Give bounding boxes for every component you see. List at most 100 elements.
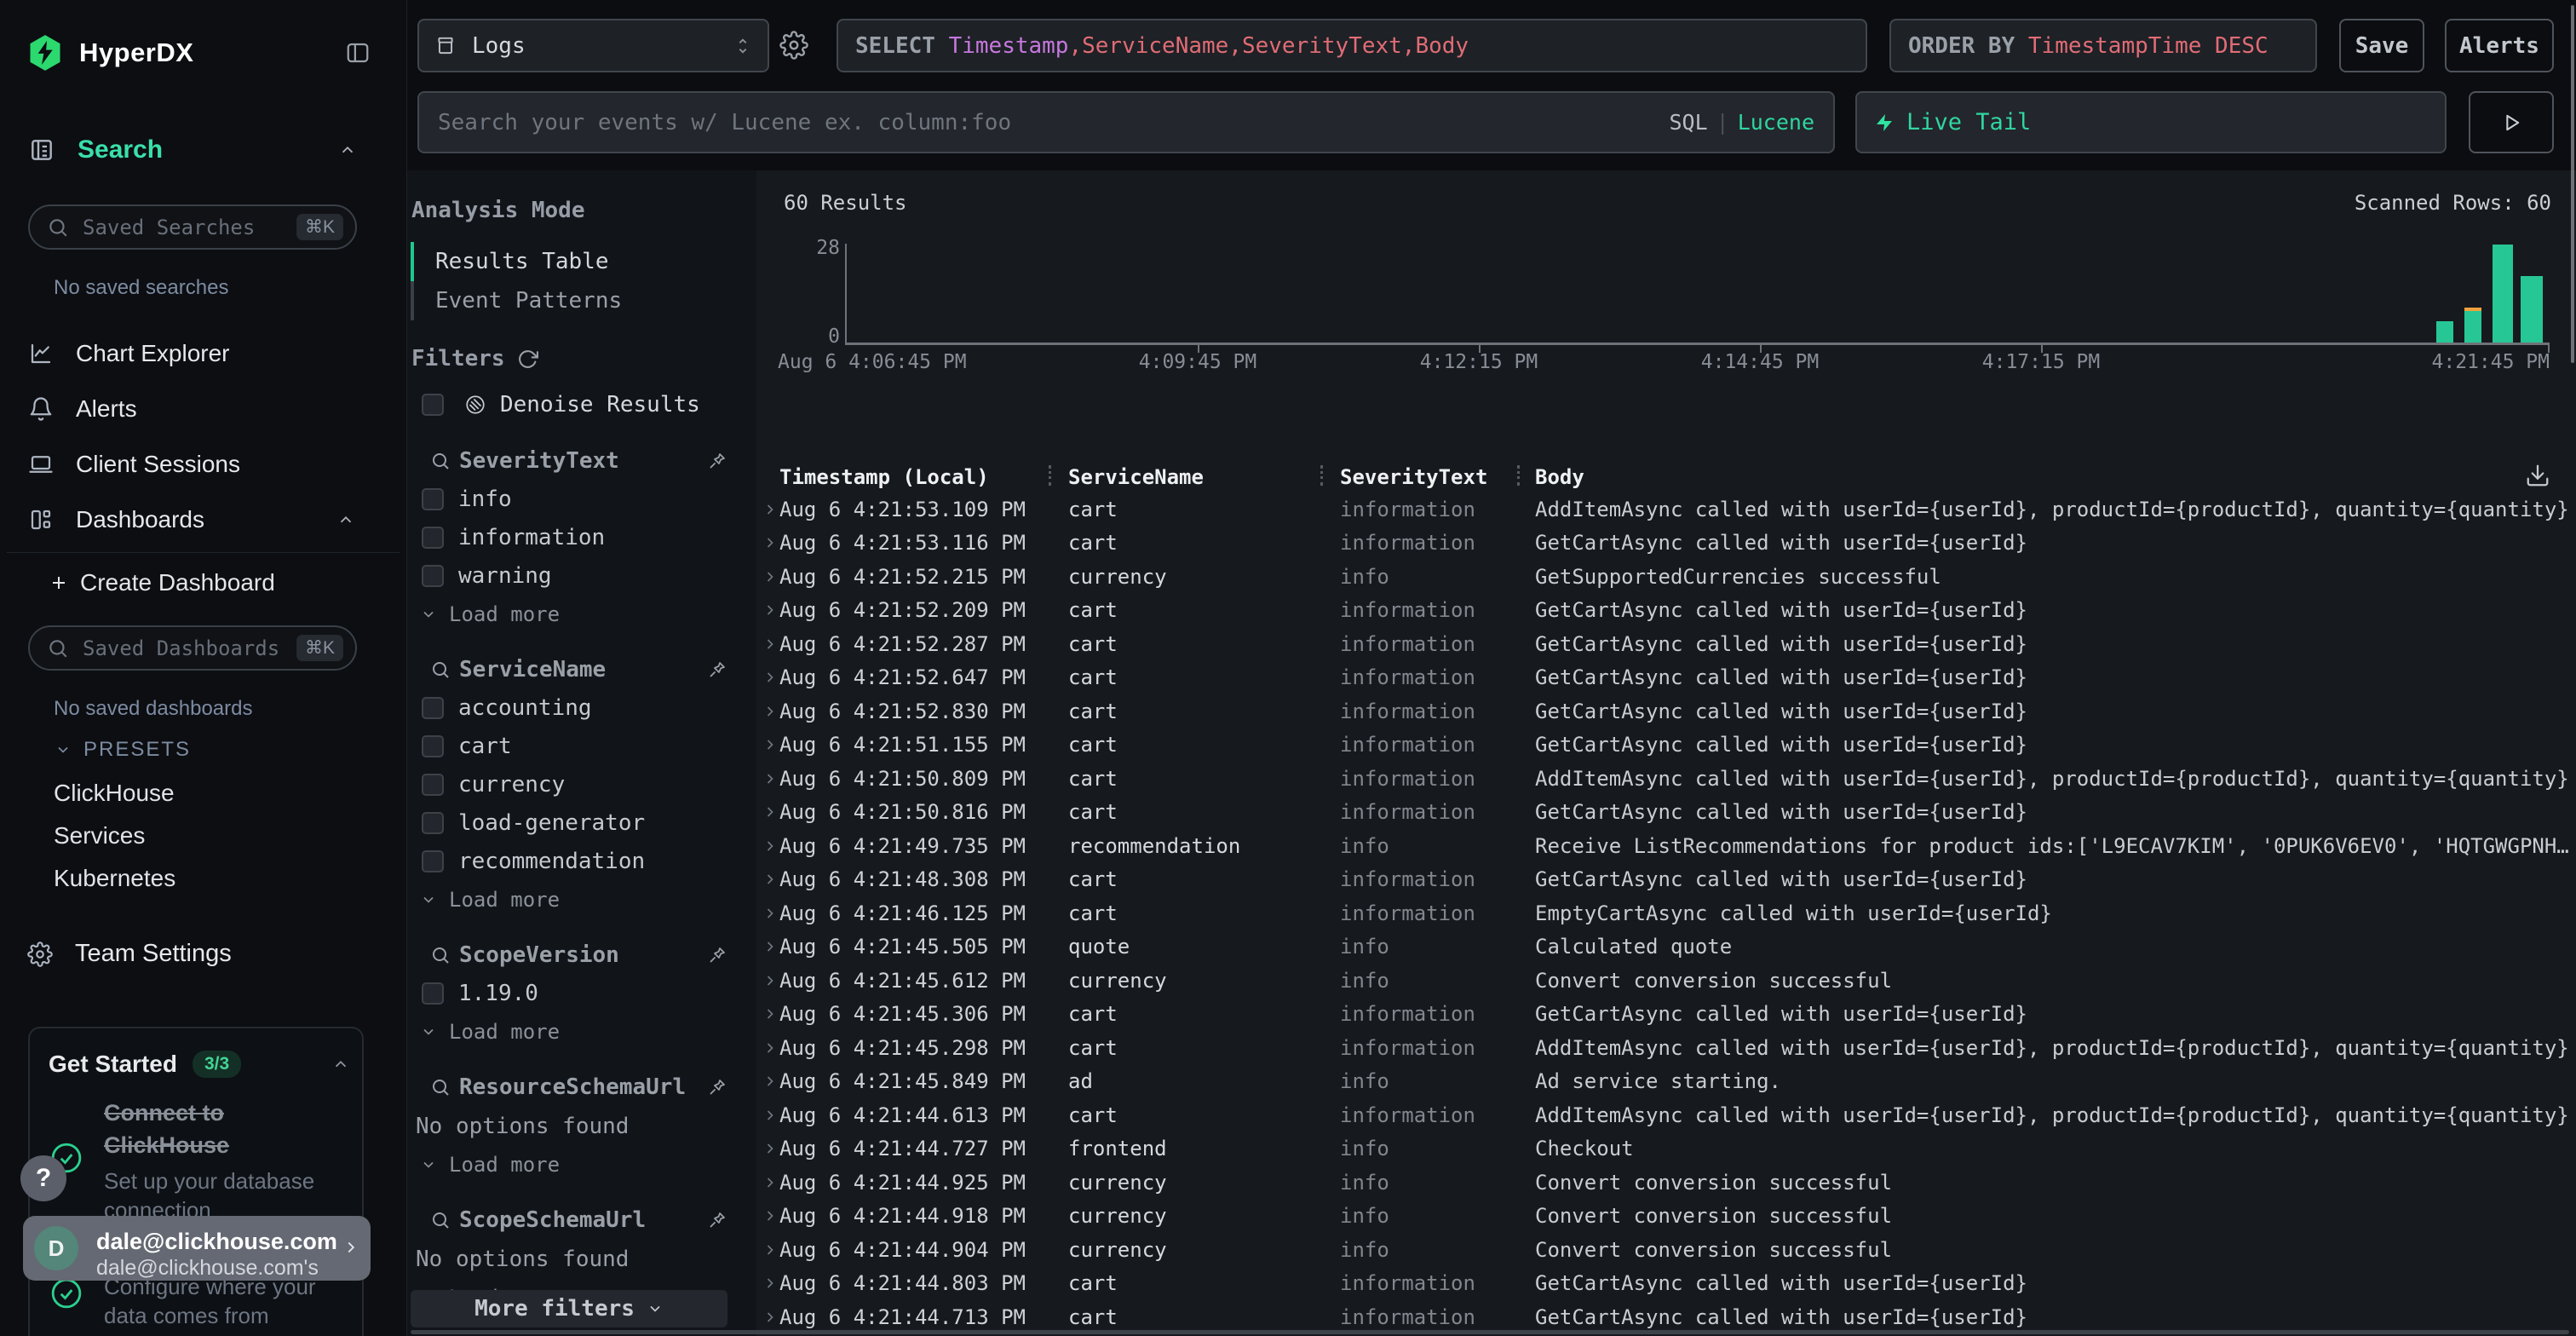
table-row[interactable]: Aug 6 4:21:52.287 PMcartinformationGetCa… — [756, 627, 2576, 661]
table-row[interactable]: Aug 6 4:21:48.308 PMcartinformationGetCa… — [756, 863, 2576, 897]
get-started-step1-title[interactable]: Connect to ClickHouse — [104, 1097, 291, 1161]
expand-row-icon[interactable] — [762, 703, 779, 720]
tab-event-patterns[interactable]: Event Patterns — [407, 281, 756, 320]
column-header-timestamp[interactable]: Timestamp (Local) — [779, 465, 989, 489]
table-row[interactable]: Aug 6 4:21:51.155 PMcartinformationGetCa… — [756, 728, 2576, 763]
filter-option-cart[interactable]: cart — [407, 734, 756, 759]
alerts-button[interactable]: Alerts — [2445, 19, 2554, 72]
column-header-body[interactable]: Body — [1535, 465, 1584, 489]
column-resize-handle[interactable] — [1049, 465, 1051, 486]
column-header-severitytext[interactable]: SeverityText — [1340, 465, 1487, 489]
table-row[interactable]: Aug 6 4:21:53.109 PMcartinformationAddIt… — [756, 492, 2576, 527]
create-dashboard-button[interactable]: Create Dashboard — [49, 567, 275, 598]
load-more-button[interactable]: Load more — [420, 1020, 756, 1044]
table-row[interactable]: Aug 6 4:21:53.116 PMcartinformationGetCa… — [756, 527, 2576, 561]
expand-row-icon[interactable] — [762, 1275, 779, 1292]
refresh-icon[interactable] — [517, 348, 538, 370]
expand-row-icon[interactable] — [762, 770, 779, 787]
tab-results-table[interactable]: Results Table — [407, 242, 756, 281]
chevron-up-icon[interactable] — [331, 1055, 350, 1074]
expand-row-icon[interactable] — [762, 636, 779, 653]
checkbox[interactable] — [422, 812, 444, 834]
sql-mode-toggle[interactable]: SQL — [1669, 110, 1707, 135]
expand-row-icon[interactable] — [762, 905, 779, 922]
filter-option-load-generator[interactable]: load-generator — [407, 810, 756, 836]
table-row[interactable]: Aug 6 4:21:50.809 PMcartinformationAddIt… — [756, 762, 2576, 796]
preset-kubernetes[interactable]: Kubernetes — [54, 857, 175, 900]
expand-row-icon[interactable] — [762, 1207, 779, 1224]
expand-row-icon[interactable] — [762, 1309, 779, 1326]
expand-row-icon[interactable] — [762, 1174, 779, 1191]
lucene-mode-toggle[interactable]: Lucene — [1738, 110, 1814, 135]
table-row[interactable]: Aug 6 4:21:45.306 PMcartinformationGetCa… — [756, 998, 2576, 1032]
checkbox[interactable] — [422, 527, 444, 549]
collapse-sidebar-icon[interactable] — [343, 40, 372, 66]
horizontal-scrollbar[interactable] — [411, 1330, 2569, 1334]
expand-row-icon[interactable] — [762, 602, 779, 619]
table-row[interactable]: Aug 6 4:21:44.904 PMcurrencyinfoConvert … — [756, 1233, 2576, 1267]
load-more-button[interactable]: Load more — [420, 602, 756, 626]
expand-row-icon[interactable] — [762, 568, 779, 585]
expand-row-icon[interactable] — [762, 938, 779, 955]
table-row[interactable]: Aug 6 4:21:52.215 PMcurrencyinfoGetSuppo… — [756, 560, 2576, 594]
checkbox[interactable] — [422, 982, 444, 1005]
pin-icon[interactable] — [707, 1077, 727, 1097]
filter-option-recommendation[interactable]: recommendation — [407, 849, 756, 874]
table-row[interactable]: Aug 6 4:21:45.849 PMadinfoAd service sta… — [756, 1065, 2576, 1099]
load-more-button[interactable]: Load more — [420, 888, 756, 912]
checkbox[interactable] — [422, 488, 444, 510]
filter-option-1-19-0[interactable]: 1.19.0 — [407, 981, 756, 1006]
expand-row-icon[interactable] — [762, 501, 779, 518]
vertical-scrollbar[interactable] — [2571, 5, 2574, 363]
table-row[interactable]: Aug 6 4:21:45.612 PMcurrencyinfoConvert … — [756, 964, 2576, 998]
help-button[interactable]: ? — [20, 1155, 66, 1201]
expand-row-icon[interactable] — [762, 1039, 779, 1057]
pin-icon[interactable] — [707, 945, 727, 965]
expand-row-icon[interactable] — [762, 803, 779, 821]
save-button[interactable]: Save — [2339, 19, 2424, 72]
table-row[interactable]: Aug 6 4:21:44.713 PMcartinformationGetCa… — [756, 1300, 2576, 1334]
sidebar-item-team-settings[interactable]: Team Settings — [27, 940, 232, 968]
checkbox[interactable] — [422, 774, 444, 796]
column-resize-handle[interactable] — [1320, 465, 1323, 486]
table-row[interactable]: Aug 6 4:21:52.647 PMcartinformationGetCa… — [756, 661, 2576, 695]
column-header-servicename[interactable]: ServiceName — [1068, 465, 1204, 489]
expand-row-icon[interactable] — [762, 1005, 779, 1022]
expand-row-icon[interactable] — [762, 669, 779, 686]
pin-icon[interactable] — [707, 659, 727, 680]
source-settings-gear-icon[interactable] — [779, 31, 808, 60]
sidebar-item-search[interactable]: Search — [28, 135, 357, 165]
table-row[interactable]: Aug 6 4:21:44.727 PMfrontendinfoCheckout — [756, 1132, 2576, 1166]
checkbox[interactable] — [422, 735, 444, 757]
order-by-input[interactable]: ORDER BY TimestampTime DESC — [1889, 19, 2317, 72]
expand-row-icon[interactable] — [762, 838, 779, 855]
histogram-bar[interactable] — [2521, 276, 2543, 343]
table-row[interactable]: Aug 6 4:21:44.925 PMcurrencyinfoConvert … — [756, 1166, 2576, 1200]
histogram-bar[interactable] — [2464, 311, 2481, 343]
table-row[interactable]: Aug 6 4:21:44.613 PMcartinformationAddIt… — [756, 1098, 2576, 1132]
presets-toggle[interactable]: PRESETS — [55, 738, 191, 762]
table-row[interactable]: Aug 6 4:21:44.918 PMcurrencyinfoConvert … — [756, 1200, 2576, 1234]
load-more-button[interactable]: Load more — [420, 1153, 756, 1177]
sidebar-item-alerts[interactable]: Alerts — [28, 381, 406, 436]
filter-option-information[interactable]: information — [407, 525, 756, 550]
checkbox[interactable] — [422, 697, 444, 719]
table-row[interactable]: Aug 6 4:21:44.803 PMcartinformationGetCa… — [756, 1267, 2576, 1301]
denoise-results-checkbox[interactable]: Denoise Results — [407, 392, 756, 418]
filter-option-currency[interactable]: currency — [407, 772, 756, 798]
chevron-up-icon[interactable] — [338, 141, 357, 159]
histogram-bar-warning[interactable] — [2464, 308, 2481, 311]
filter-option-info[interactable]: info — [407, 487, 756, 512]
table-row[interactable]: Aug 6 4:21:52.209 PMcartinformationGetCa… — [756, 594, 2576, 628]
live-tail-button[interactable]: Live Tail — [1855, 91, 2447, 153]
table-row[interactable]: Aug 6 4:21:50.816 PMcartinformationGetCa… — [756, 796, 2576, 830]
expand-row-icon[interactable] — [762, 1140, 779, 1157]
table-row[interactable]: Aug 6 4:21:45.298 PMcartinformationAddIt… — [756, 1031, 2576, 1065]
checkbox[interactable] — [422, 394, 444, 416]
table-row[interactable]: Aug 6 4:21:46.125 PMcartinformationEmpty… — [756, 896, 2576, 930]
expand-row-icon[interactable] — [762, 871, 779, 888]
table-row[interactable]: Aug 6 4:21:52.830 PMcartinformationGetCa… — [756, 694, 2576, 728]
search-query-input[interactable]: Search your events w/ Lucene ex. column:… — [417, 91, 1835, 153]
source-select[interactable]: Logs — [417, 19, 769, 72]
select-columns-input[interactable]: SELECT Timestamp ,ServiceName,SeverityTe… — [837, 19, 1867, 72]
